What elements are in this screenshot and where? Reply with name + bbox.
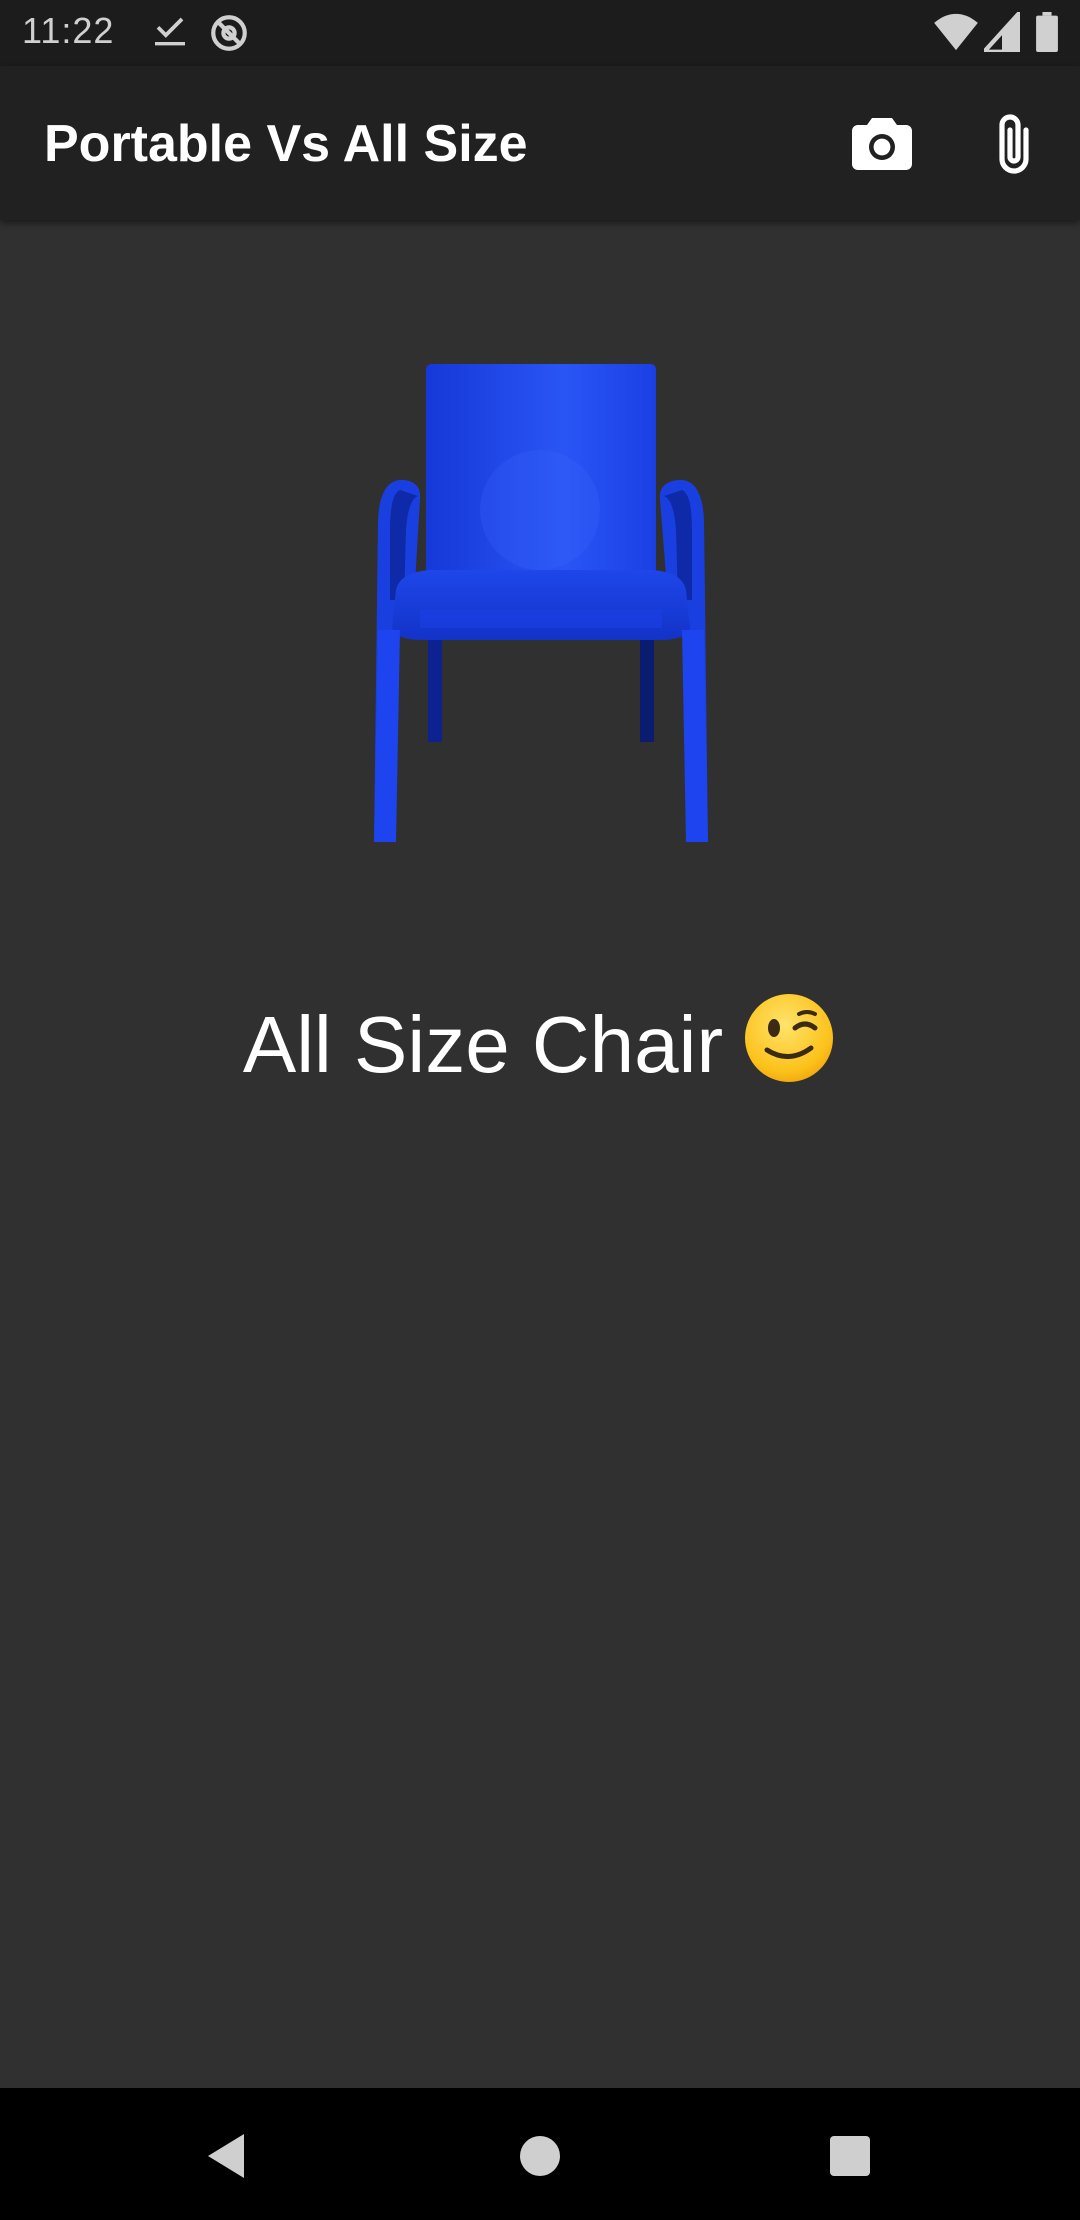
attach-icon bbox=[994, 112, 1034, 180]
status-bar: 11:22 bbox=[0, 0, 1080, 66]
home-button[interactable] bbox=[500, 2118, 580, 2198]
battery-icon bbox=[1036, 12, 1058, 56]
recents-button[interactable] bbox=[810, 2118, 890, 2198]
navigation-bar bbox=[0, 2088, 1080, 2220]
back-button[interactable] bbox=[186, 2118, 266, 2198]
home-icon bbox=[518, 2134, 562, 2182]
signal-icon bbox=[979, 6, 1023, 56]
back-icon bbox=[204, 2132, 248, 2184]
chair-image bbox=[360, 360, 720, 880]
app-title: Portable Vs All Size bbox=[44, 115, 528, 173]
chair-caption: All Size Chair bbox=[0, 990, 1080, 1105]
attach-button[interactable] bbox=[974, 106, 1054, 186]
recents-icon bbox=[829, 2135, 871, 2181]
wifi-icon bbox=[934, 12, 978, 56]
camera-icon bbox=[852, 118, 912, 174]
download-done-icon bbox=[150, 12, 190, 56]
app-bar: Portable Vs All Size bbox=[0, 66, 1080, 220]
camera-button[interactable] bbox=[842, 106, 922, 186]
winking-face-icon bbox=[741, 990, 837, 1105]
caption-text: All Size Chair bbox=[242, 1000, 724, 1089]
at-sync-icon bbox=[208, 12, 250, 58]
status-time: 11:22 bbox=[22, 10, 115, 51]
